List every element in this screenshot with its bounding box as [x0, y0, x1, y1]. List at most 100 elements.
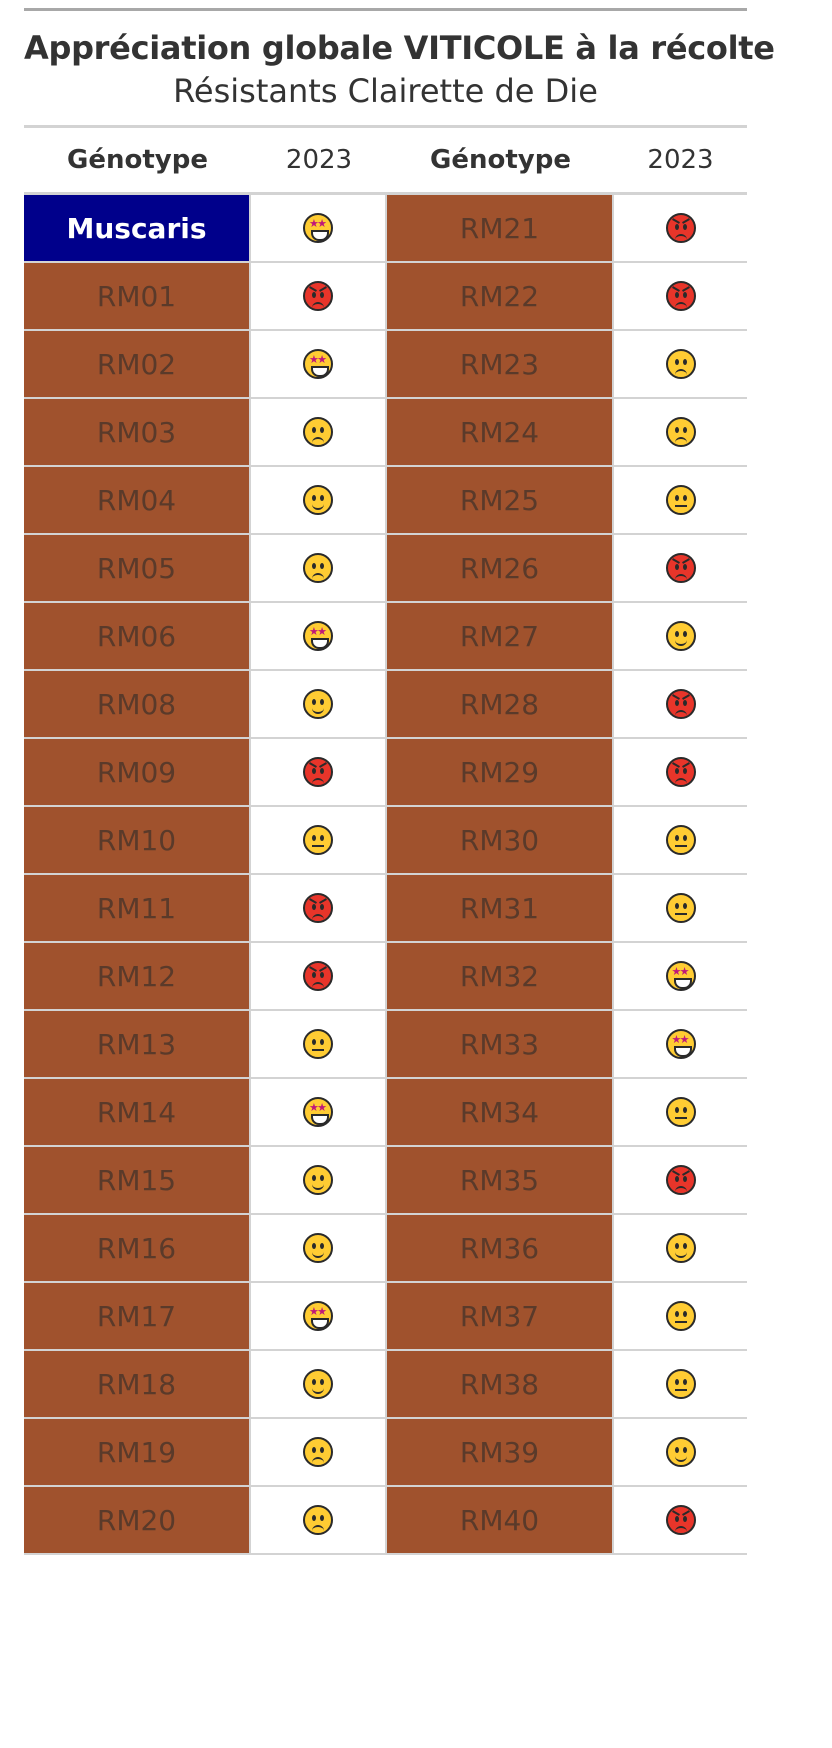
slightly-frowning-face-icon: [303, 553, 333, 583]
genotype-cell: RM02: [24, 331, 251, 397]
rating-cell: [614, 875, 747, 941]
rating-cell: [614, 739, 747, 805]
rating-cell: [251, 535, 387, 601]
genotype-cell: RM40: [387, 1487, 614, 1553]
rating-cell: [251, 1487, 387, 1553]
angry-face-icon: [303, 961, 333, 991]
rating-cell: [614, 1215, 747, 1281]
genotype-cell: Muscaris: [24, 195, 251, 261]
genotype-cell: RM11: [24, 875, 251, 941]
table-row: RM01 RM22: [24, 263, 747, 331]
rating-cell: [614, 671, 747, 737]
table-row: RM09 RM29: [24, 739, 747, 807]
slightly-smiling-face-icon: [303, 1165, 333, 1195]
header-genotype-right: Génotype: [430, 145, 571, 175]
neutral-face-icon: [665, 1369, 696, 1399]
slightly-smiling-face-icon: [303, 1233, 333, 1263]
genotype-cell: RM22: [387, 263, 614, 329]
table-row: RM06 ★ ★ RM27: [24, 603, 747, 671]
star-struck-icon: ★ ★: [665, 961, 696, 991]
rating-cell: [251, 467, 387, 533]
angry-face-icon: [665, 689, 696, 719]
genotype-cell: RM18: [24, 1351, 251, 1417]
rating-cell: ★ ★: [614, 943, 747, 1009]
slightly-frowning-face-icon: [303, 417, 333, 447]
table-row: RM14 ★ ★ RM34: [24, 1079, 747, 1147]
genotype-cell: RM01: [24, 263, 251, 329]
rating-cell: ★ ★: [614, 1011, 747, 1077]
rating-cell: [251, 807, 387, 873]
rating-cell: [251, 1011, 387, 1077]
neutral-face-icon: [303, 1029, 333, 1059]
rating-cell: [251, 671, 387, 737]
neutral-face-icon: [665, 825, 696, 855]
genotype-cell: RM13: [24, 1011, 251, 1077]
table-row: RM04 RM25: [24, 467, 747, 535]
angry-face-icon: [665, 1165, 696, 1195]
rating-cell: [614, 263, 747, 329]
rating-cell: ★ ★: [251, 195, 387, 261]
star-struck-icon: ★ ★: [665, 1029, 696, 1059]
rating-cell: [614, 1147, 747, 1213]
rating-cell: [614, 603, 747, 669]
rating-cell: [614, 1419, 747, 1485]
rating-cell: [251, 399, 387, 465]
rating-cell: [614, 467, 747, 533]
angry-face-icon: [303, 893, 333, 923]
angry-face-icon: [665, 281, 696, 311]
genotype-cell: RM14: [24, 1079, 251, 1145]
rating-cell: [614, 399, 747, 465]
rating-cell: [614, 331, 747, 397]
table-row: RM08 RM28: [24, 671, 747, 739]
table-row: RM10 RM30: [24, 807, 747, 875]
slightly-frowning-face-icon: [303, 1505, 333, 1535]
table-row: RM12 RM32 ★ ★: [24, 943, 747, 1011]
table-row: RM05 RM26: [24, 535, 747, 603]
table-title: Appréciation globale VITICOLE à la récol…: [24, 29, 775, 67]
star-struck-icon: ★ ★: [303, 621, 333, 651]
genotype-cell: RM29: [387, 739, 614, 805]
header-year-left: 2023: [285, 145, 353, 175]
genotype-cell: RM37: [387, 1283, 614, 1349]
slightly-frowning-face-icon: [665, 417, 696, 447]
rating-cell: ★ ★: [251, 1079, 387, 1145]
slightly-smiling-face-icon: [303, 485, 333, 515]
genotype-cell: RM16: [24, 1215, 251, 1281]
table-body: Muscaris ★ ★ RM21 RM01 RM22 RM02 ★ ★ RM23 RM03 RM24…: [24, 195, 747, 1555]
table-subtitle: Résistants Clairette de Die: [173, 72, 598, 110]
header-year-right: 2023: [647, 145, 714, 175]
angry-face-icon: [303, 281, 333, 311]
rating-cell: [251, 1351, 387, 1417]
rating-cell: ★ ★: [251, 603, 387, 669]
genotype-cell: RM25: [387, 467, 614, 533]
genotype-cell: RM35: [387, 1147, 614, 1213]
table-row: RM03 RM24: [24, 399, 747, 467]
rating-cell: [251, 739, 387, 805]
rating-cell: ★ ★: [251, 1283, 387, 1349]
table-row: RM02 ★ ★ RM23: [24, 331, 747, 399]
neutral-face-icon: [665, 1097, 696, 1127]
rating-cell: [614, 1283, 747, 1349]
rating-cell: ★ ★: [251, 331, 387, 397]
table-row: RM15 RM35: [24, 1147, 747, 1215]
star-struck-icon: ★ ★: [303, 1097, 333, 1127]
genotype-cell: RM17: [24, 1283, 251, 1349]
slightly-smiling-face-icon: [665, 621, 696, 651]
neutral-face-icon: [665, 485, 696, 515]
star-struck-icon: ★ ★: [303, 213, 333, 243]
rating-cell: [614, 195, 747, 261]
angry-face-icon: [665, 213, 696, 243]
column-headers: Génotype 2023 Génotype 2023: [24, 128, 747, 195]
rating-cell: [251, 1419, 387, 1485]
rating-cell: [251, 1215, 387, 1281]
top-rule: [24, 8, 747, 11]
genotype-cell: RM36: [387, 1215, 614, 1281]
genotype-cell: RM27: [387, 603, 614, 669]
rating-cell: [251, 263, 387, 329]
genotype-cell: RM03: [24, 399, 251, 465]
genotype-cell: RM32: [387, 943, 614, 1009]
star-struck-icon: ★ ★: [303, 349, 333, 379]
neutral-face-icon: [665, 893, 696, 923]
genotype-cell: RM06: [24, 603, 251, 669]
neutral-face-icon: [303, 825, 333, 855]
